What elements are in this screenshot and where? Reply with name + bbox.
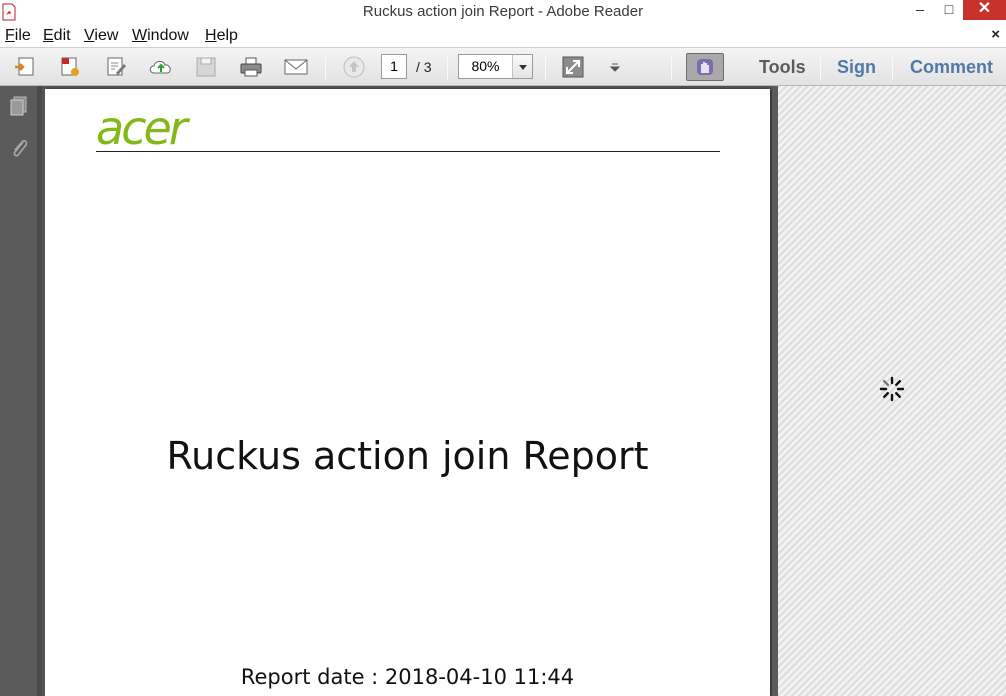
document-title: Ruckus action join Report (166, 434, 649, 478)
page-up-icon (343, 56, 365, 78)
page-total: / 3 (416, 59, 432, 75)
create-pdf-button[interactable] (55, 53, 85, 81)
report-date: Report date : 2018-04-10 11:44 (240, 665, 575, 689)
menu-help[interactable]: Help (205, 27, 238, 45)
save-button[interactable] (191, 53, 221, 81)
menu-bar: File Edit View Window Help × (0, 25, 1006, 47)
toolbar-separator (820, 54, 821, 80)
email-button[interactable] (281, 53, 311, 81)
more-tools-button[interactable] (600, 53, 630, 81)
more-tools-icon (609, 63, 621, 72)
title-bar: Ruckus action join Report - Adobe Reader… (0, 0, 1006, 25)
toolbar-separator (545, 54, 546, 80)
zoom-select[interactable]: 80% (458, 54, 533, 79)
tools-pane-button[interactable]: Tools (759, 57, 806, 78)
create-pdf-icon (61, 57, 79, 76)
previous-page-button[interactable] (339, 53, 369, 81)
pages-icon[interactable] (7, 94, 31, 118)
toolbar-separator (447, 54, 448, 80)
window-title: Ruckus action join Report - Adobe Reader (362, 3, 644, 20)
edit-icon (107, 57, 126, 76)
menu-view[interactable]: View (84, 27, 118, 45)
save-icon (196, 57, 216, 77)
sign-pane-button[interactable]: Sign (837, 57, 876, 78)
maximize-button[interactable]: □ (935, 0, 963, 20)
email-icon (284, 59, 308, 75)
cloud-upload-icon (149, 60, 171, 74)
comment-pane-button[interactable]: Comment (910, 57, 993, 78)
toolbar-separator (892, 54, 893, 80)
toolbar-separator (325, 54, 326, 80)
navigation-pane (0, 86, 37, 696)
print-button[interactable] (236, 53, 266, 81)
acer-logo: acer (96, 106, 194, 152)
toolbar: 1 / 3 80% Tools Sign Comment (0, 47, 1006, 86)
chevron-down-icon[interactable] (512, 55, 532, 78)
page-number-input[interactable]: 1 (381, 54, 407, 79)
menu-file[interactable]: File (5, 27, 31, 45)
minimize-button[interactable]: – (905, 0, 935, 20)
zoom-value[interactable]: 80% (459, 55, 512, 78)
hand-tool-button[interactable] (686, 53, 724, 81)
open-icon (15, 57, 34, 76)
close-button[interactable]: ✕ (963, 0, 1006, 20)
logo-text: acer (96, 106, 191, 152)
open-button[interactable] (10, 53, 40, 81)
header-rule (96, 151, 720, 152)
toolbar-separator (671, 54, 672, 80)
menu-edit[interactable]: Edit (43, 27, 71, 45)
document-page[interactable]: acer Ruckus action join Report Report da… (45, 89, 770, 696)
hand-tool-icon (697, 59, 713, 75)
edit-button[interactable] (101, 53, 131, 81)
fit-page-icon (562, 56, 584, 78)
fit-page-button[interactable] (558, 53, 588, 81)
spinner-icon (879, 376, 905, 402)
cloud-upload-button[interactable] (146, 53, 176, 81)
menu-window[interactable]: Window (132, 27, 189, 45)
close-document-button[interactable]: × (991, 26, 1000, 43)
print-icon (240, 57, 262, 77)
attachments-icon[interactable] (7, 136, 31, 160)
